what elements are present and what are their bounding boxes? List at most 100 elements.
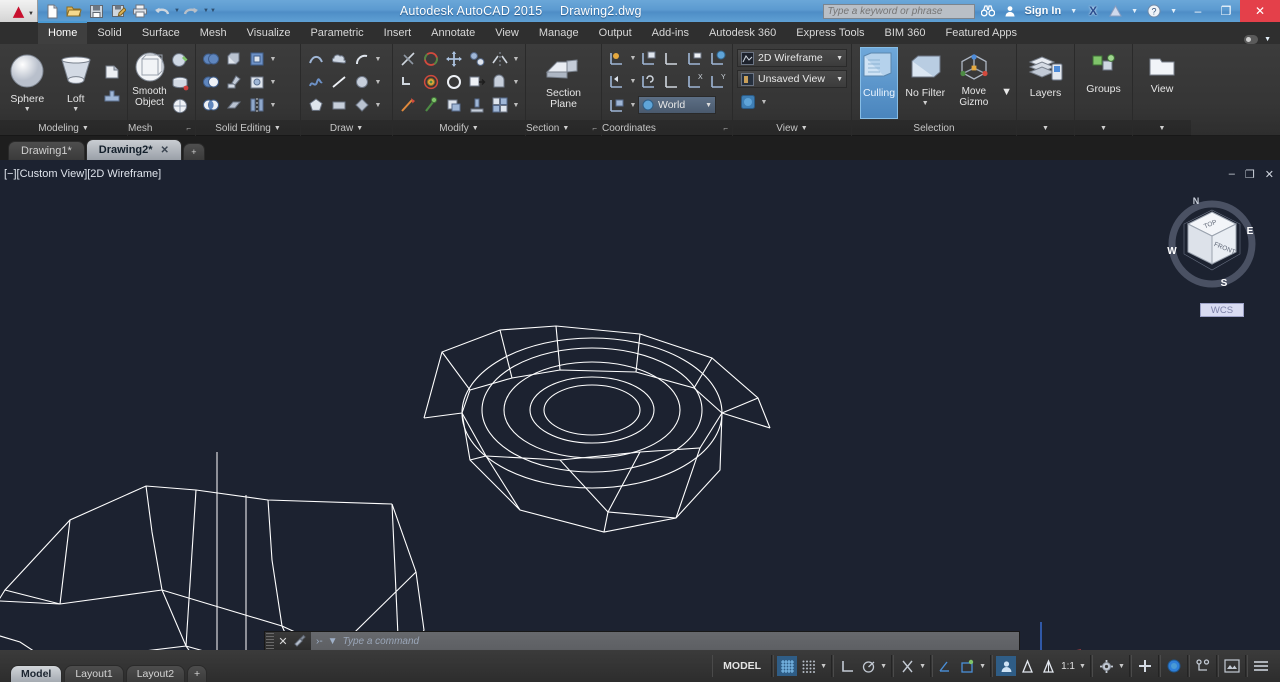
3d-move-icon[interactable] <box>443 48 465 70</box>
layout-tab-layout2[interactable]: Layout2 <box>125 665 186 682</box>
ucs-face-icon[interactable] <box>707 47 729 69</box>
panel-layers[interactable]: Layers ▼ <box>1017 44 1075 136</box>
circle-icon[interactable] <box>351 71 373 93</box>
save-icon[interactable] <box>86 1 106 21</box>
ucs-icon[interactable] <box>606 47 628 69</box>
workspace-switching-icon[interactable] <box>1096 656 1116 676</box>
loft-caret-icon[interactable]: ▼ <box>72 106 79 113</box>
ucs-world-icon[interactable] <box>661 47 683 69</box>
no-filter-button[interactable]: No Filter ▼ <box>904 48 947 118</box>
solid-taper-face-icon[interactable] <box>223 94 245 116</box>
search-box[interactable] <box>822 3 975 19</box>
undo-icon[interactable] <box>152 1 172 21</box>
ribbon-tab-visualize[interactable]: Visualize <box>237 23 301 44</box>
close-button[interactable]: ✕ <box>1240 0 1280 22</box>
view-panel-button[interactable]: View <box>1137 48 1187 118</box>
command-line-options-icon[interactable] <box>291 633 309 650</box>
chevron-down-icon[interactable]: ▼ <box>1159 125 1166 132</box>
polyline-icon[interactable] <box>305 48 327 70</box>
ucs-origin-icon[interactable] <box>606 70 628 92</box>
loft-button[interactable]: Loft ▼ <box>53 48 100 118</box>
move-gizmo-caret-icon[interactable]: ▼ <box>1001 86 1012 98</box>
new-file-icon[interactable] <box>42 1 62 21</box>
panel-title-draw[interactable]: Draw ▼ <box>301 120 392 136</box>
3d-move-object-icon[interactable] <box>466 71 488 93</box>
sign-in-label[interactable]: Sign In <box>1023 5 1064 17</box>
ucs-named-icon[interactable] <box>638 47 660 69</box>
solid-shell-caret-icon[interactable]: ▼ <box>269 79 277 86</box>
ribbon-tab-surface[interactable]: Surface <box>132 23 190 44</box>
save-as-icon[interactable] <box>108 1 128 21</box>
hardware-acceleration-icon[interactable] <box>1135 656 1155 676</box>
exchange-apps-icon[interactable]: X <box>1084 2 1102 20</box>
panel-title-view[interactable]: View ▼ <box>733 120 851 136</box>
chevron-down-icon[interactable]: ▼ <box>356 125 363 132</box>
graphics-performance-icon[interactable] <box>1193 656 1213 676</box>
solid-intersect-icon[interactable] <box>200 94 222 116</box>
solid-imprint-icon[interactable] <box>223 71 245 93</box>
smooth-object-button[interactable]: Smooth Object <box>132 48 167 118</box>
panel-title-mesh[interactable]: Mesh ⌐ <box>128 120 195 136</box>
polygon-icon[interactable] <box>305 94 327 116</box>
annotation-scale-sync-toggle[interactable] <box>1038 656 1058 676</box>
viewcube[interactable]: TOP FRONT E W S N <box>1162 192 1262 292</box>
autodesk-360-icon[interactable] <box>1106 2 1124 20</box>
osnap-settings-caret-icon[interactable]: ▼ <box>918 663 927 670</box>
section-dialog-launcher-icon[interactable]: ⌐ <box>592 124 597 133</box>
redo-dropdown-caret[interactable]: ▼ <box>203 8 209 14</box>
hatch-caret-icon[interactable]: ▼ <box>374 102 382 109</box>
ucs-previous-icon[interactable] <box>638 70 660 92</box>
press-pull-icon[interactable] <box>466 94 488 116</box>
offset-face-icon[interactable] <box>443 94 465 116</box>
solid-subtract-icon[interactable] <box>200 71 222 93</box>
panel-view-collapsed[interactable]: View ▼ <box>1133 44 1191 136</box>
extrude-face-icon[interactable] <box>101 61 123 83</box>
panel-title-groups[interactable]: ▼ <box>1075 120 1132 136</box>
ribbon-tab-parametric[interactable]: Parametric <box>300 23 373 44</box>
annotation-visibility-toggle[interactable] <box>996 656 1017 676</box>
command-input-wrap[interactable]: ›- ▼ Type a command <box>311 632 1019 650</box>
ribbon-tab-manage[interactable]: Manage <box>529 23 589 44</box>
ribbon-minimize-icon[interactable] <box>1244 35 1259 44</box>
plot-icon[interactable] <box>130 1 150 21</box>
modify-row3-caret-icon[interactable]: ▼ <box>512 102 520 109</box>
customization-menu-icon[interactable] <box>1251 656 1271 676</box>
ucs-display-icon[interactable] <box>606 94 628 116</box>
panel-title-view-collapsed[interactable]: ▼ <box>1133 120 1191 136</box>
hatch-icon[interactable] <box>351 94 373 116</box>
ortho-mode-toggle[interactable] <box>837 656 857 676</box>
ucs-x-icon[interactable]: X <box>684 70 706 92</box>
3d-array-icon[interactable] <box>420 71 442 93</box>
chevron-down-icon[interactable]: ▼ <box>472 125 479 132</box>
sign-in-caret-icon[interactable]: ▼ <box>1067 8 1080 15</box>
thicken-icon[interactable] <box>489 94 511 116</box>
solid-shell-icon[interactable] <box>246 71 268 93</box>
autoscale-toggle[interactable] <box>1017 656 1037 676</box>
command-line-grip[interactable] <box>266 633 274 649</box>
chevron-down-icon[interactable]: ▼ <box>1042 125 1049 132</box>
ucs-caret-icon[interactable]: ▼ <box>629 55 637 62</box>
isolate-objects-icon[interactable] <box>1164 656 1184 676</box>
groups-button[interactable]: Groups <box>1079 48 1128 118</box>
a360-caret-icon[interactable]: ▼ <box>1128 8 1141 15</box>
chevron-down-icon[interactable]: ▼ <box>836 55 843 62</box>
grid-display-toggle[interactable] <box>777 656 798 676</box>
command-line-close-icon[interactable]: ✕ <box>275 635 291 648</box>
drawing-canvas[interactable]: [−][Custom View][2D Wireframe] – ❐ ✕ TOP… <box>0 160 1280 650</box>
wcs-selector[interactable]: WCS <box>1200 303 1244 317</box>
annotation-scale-caret-icon[interactable]: ▼ <box>1078 663 1087 670</box>
application-menu-button[interactable]: ▲ ▼ <box>0 0 38 22</box>
qat-customize-caret[interactable]: ▼ <box>210 8 216 14</box>
polar-settings-caret-icon[interactable]: ▼ <box>879 663 888 670</box>
ribbon-tab-view[interactable]: View <box>485 23 529 44</box>
coordinates-dialog-launcher-icon[interactable]: ⌐ <box>723 124 728 133</box>
polar-tracking-toggle[interactable] <box>858 656 878 676</box>
visual-style-combo[interactable]: 2D Wireframe ▼ <box>737 49 847 67</box>
sphere-caret-icon[interactable]: ▼ <box>24 106 31 113</box>
viewport-config-icon[interactable] <box>737 91 759 113</box>
arc-icon[interactable] <box>351 48 373 70</box>
object-snap-toggle[interactable] <box>897 656 917 676</box>
ribbon-tab-autodesk-360[interactable]: Autodesk 360 <box>699 23 786 44</box>
solid-separate-caret-icon[interactable]: ▼ <box>269 102 277 109</box>
command-history-caret-icon[interactable]: ▼ <box>328 636 338 647</box>
